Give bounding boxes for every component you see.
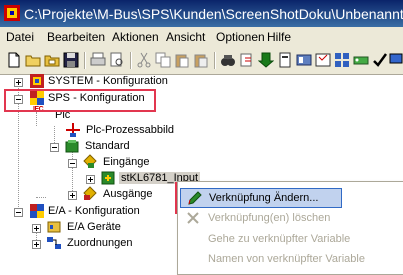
copy-icon[interactable] bbox=[155, 52, 171, 68]
tree-item-system[interactable]: SYSTEM - Konfiguration bbox=[48, 75, 168, 87]
expand-toggle[interactable] bbox=[86, 175, 95, 184]
menu-optionen[interactable]: Optionen bbox=[216, 30, 265, 44]
activate-icon[interactable] bbox=[296, 52, 312, 68]
open-icon[interactable] bbox=[25, 52, 41, 68]
app-icon bbox=[4, 5, 20, 21]
paste-special-icon[interactable] bbox=[193, 52, 209, 68]
expand-toggle[interactable] bbox=[68, 191, 77, 200]
menu-item-verknuepfung-aendern[interactable]: Verknüpfung Ändern... bbox=[180, 188, 342, 208]
variable-icon bbox=[101, 171, 115, 185]
process-image-icon bbox=[66, 123, 80, 137]
io-devices-icon bbox=[47, 221, 61, 233]
tree-item-eingaenge[interactable]: Eingänge bbox=[103, 156, 150, 168]
mappings-icon bbox=[47, 237, 61, 249]
print-preview-icon[interactable] bbox=[109, 52, 125, 68]
select-icon[interactable] bbox=[315, 52, 331, 68]
menu-datei[interactable]: Datei bbox=[6, 30, 34, 44]
print-icon[interactable] bbox=[90, 52, 106, 68]
outputs-icon bbox=[83, 186, 97, 200]
inputs-icon bbox=[83, 154, 97, 168]
collapse-toggle[interactable] bbox=[50, 143, 59, 152]
tree-connector bbox=[54, 126, 55, 143]
network-icon[interactable] bbox=[353, 52, 369, 68]
window-title: C:\Projekte\M-Bus\SPS\Kunden\ScreenShotD… bbox=[24, 6, 403, 22]
check-icon[interactable] bbox=[372, 52, 388, 68]
download-icon[interactable] bbox=[258, 52, 274, 68]
replace-icon[interactable] bbox=[239, 52, 255, 68]
cut-icon[interactable] bbox=[136, 52, 152, 68]
tree-connector bbox=[36, 112, 37, 126]
annotation-highlight-sps bbox=[4, 89, 156, 112]
config-icon[interactable] bbox=[277, 52, 293, 68]
toolbar-separator bbox=[130, 52, 132, 69]
task-icon bbox=[65, 140, 79, 153]
expand-toggle[interactable] bbox=[32, 224, 41, 233]
expand-toggle[interactable] bbox=[14, 78, 23, 87]
menu-bearbeiten[interactable]: Bearbeiten bbox=[47, 30, 105, 44]
menu-hilfe[interactable]: Hilfe bbox=[267, 30, 291, 44]
collapse-toggle[interactable] bbox=[68, 159, 77, 168]
collapse-toggle[interactable] bbox=[14, 208, 23, 217]
io-config-icon bbox=[30, 204, 44, 218]
paste-icon[interactable] bbox=[174, 52, 190, 68]
monitor-icon[interactable] bbox=[389, 52, 403, 68]
menu-ansicht[interactable]: Ansicht bbox=[166, 30, 205, 44]
tree-item-ea[interactable]: E/A - Konfiguration bbox=[48, 205, 140, 217]
menu-bar: Datei Bearbeiten Aktionen Ansicht Option… bbox=[0, 27, 403, 48]
save-icon[interactable] bbox=[63, 52, 79, 68]
new-file-icon[interactable] bbox=[6, 52, 22, 68]
menu-item-label: Gehe zu verknüpfter Variable bbox=[208, 233, 351, 245]
tree-connector bbox=[36, 197, 46, 198]
expand-toggle[interactable] bbox=[32, 240, 41, 249]
menu-item-label: Verknüpfung(en) löschen bbox=[208, 212, 331, 224]
tree-item-standard[interactable]: Standard bbox=[85, 140, 130, 152]
menu-item-label: Verknüpfung Ändern... bbox=[209, 192, 319, 204]
context-menu: Verknüpfung Ändern... Verknüpfung(en) lö… bbox=[177, 181, 403, 275]
toolbar-separator bbox=[214, 52, 216, 69]
menu-item-gehe-zu-variable[interactable]: Gehe zu verknüpfter Variable bbox=[178, 229, 403, 249]
toolbar-separator bbox=[84, 52, 86, 69]
system-icon bbox=[30, 74, 44, 88]
toolbar bbox=[0, 47, 403, 75]
link-edit-icon bbox=[188, 191, 202, 205]
tree-item-zuordnungen[interactable]: Zuordnungen bbox=[67, 237, 132, 249]
find-icon[interactable] bbox=[220, 52, 236, 68]
title-bar: C:\Projekte\M-Bus\SPS\Kunden\ScreenShotD… bbox=[0, 0, 403, 27]
folder-icon[interactable] bbox=[44, 52, 60, 68]
delete-x-icon bbox=[187, 212, 199, 224]
tree-item-prozessabbild[interactable]: Plc-Prozessabbild bbox=[86, 124, 174, 136]
menu-item-verknuepfung-loeschen[interactable]: Verknüpfung(en) löschen bbox=[178, 208, 403, 228]
menu-item-namen-variable[interactable]: Namen von verknüpfter Variable bbox=[178, 249, 403, 269]
tree-item-ausgaenge[interactable]: Ausgänge bbox=[103, 188, 153, 200]
menu-aktionen[interactable]: Aktionen bbox=[112, 30, 159, 44]
tree-item-geraete[interactable]: E/A Geräte bbox=[67, 221, 121, 233]
grid-icon[interactable] bbox=[334, 52, 350, 68]
menu-item-label: Namen von verknüpfter Variable bbox=[208, 253, 365, 265]
